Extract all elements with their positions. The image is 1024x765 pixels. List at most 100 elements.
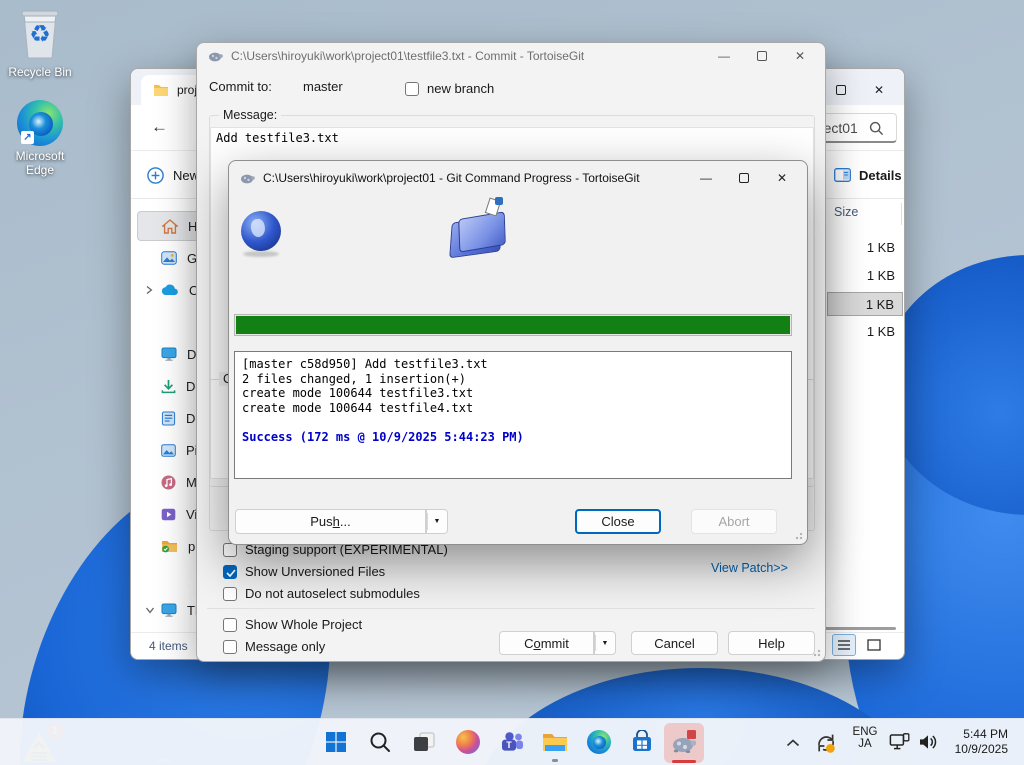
message-only-checkbox[interactable] [223, 640, 237, 654]
details-button[interactable]: Details [834, 162, 902, 188]
dropdown-icon: ▼ [434, 518, 441, 525]
volume-icon[interactable] [918, 733, 940, 751]
start-button[interactable] [322, 728, 350, 756]
new-branch-checkbox[interactable] [405, 82, 419, 96]
maximize-icon [739, 173, 749, 183]
store-button[interactable] [628, 728, 656, 756]
show-unversioned-label: Show Unversioned Files [245, 564, 385, 579]
new-branch-option[interactable]: new branch [405, 81, 494, 96]
commit-button-label: mmit [541, 636, 569, 651]
show-unversioned-checkbox[interactable] [223, 565, 237, 579]
language-indicator[interactable]: ENG JA [848, 726, 882, 750]
shortcut-arrow-icon: ↗ [21, 131, 34, 144]
message-only-option[interactable]: Message only [223, 639, 325, 654]
music-icon [161, 475, 176, 490]
progress-dialog-titlebar[interactable]: C:\Users\hiroyuki\work\project01 - Git C… [229, 161, 807, 195]
no-autoselect-checkbox[interactable] [223, 587, 237, 601]
commit-dropdown-button[interactable]: ▼ [594, 631, 616, 655]
commit-dialog-titlebar[interactable]: C:\Users\hiroyuki\work\project01\testfil… [197, 43, 825, 69]
desktop-icon-recycle-bin[interactable]: ♻ Recycle Bin [2, 8, 78, 79]
file-row[interactable]: 1 KB [827, 264, 903, 288]
copilot-icon [456, 730, 480, 754]
show-whole-project-checkbox[interactable] [223, 618, 237, 632]
current-branch[interactable]: master [303, 79, 343, 94]
help-button[interactable]: Help [728, 631, 815, 655]
file-row-selected[interactable]: 1 KB [827, 292, 903, 316]
explorer-maximize-button[interactable] [822, 78, 860, 102]
icon-view-toggle[interactable] [862, 634, 886, 656]
desktop-icon-edge[interactable]: ↗ Microsoft Edge [2, 100, 78, 177]
message-only-label: Message only [245, 639, 325, 654]
cancel-button[interactable]: Cancel [631, 631, 718, 655]
abort-button[interactable]: Abort [691, 509, 777, 534]
view-patch-link[interactable]: View Patch>> [711, 561, 788, 575]
update-status-icon[interactable] [814, 731, 838, 755]
maximize-icon [836, 85, 846, 95]
minimize-button[interactable]: — [705, 44, 743, 68]
tray-date: 10/9/2025 [955, 742, 1008, 757]
tortoisegit-progress-icon [670, 729, 698, 755]
tray-chevron-up-icon[interactable] [786, 739, 800, 747]
file-explorer-button[interactable] [541, 728, 569, 756]
tortoisegit-taskbar-button[interactable] [670, 728, 698, 756]
command-output[interactable]: [master c58d950] Add testfile3.txt 2 fil… [234, 351, 792, 479]
search-icon [369, 731, 391, 753]
edge-button[interactable] [585, 728, 613, 756]
resize-grip[interactable] [793, 530, 803, 540]
push-button[interactable]: Push... [235, 509, 426, 534]
tortoisegit-icon [207, 48, 223, 64]
minimize-button[interactable]: — [687, 166, 725, 190]
file-row[interactable]: 1 KB [827, 236, 903, 260]
language-primary: ENG [848, 726, 882, 738]
list-view-icon [837, 639, 851, 651]
network-icon[interactable] [889, 733, 911, 752]
windows-logo-icon [324, 730, 348, 754]
copilot-button[interactable] [454, 728, 482, 756]
resize-grip[interactable] [811, 647, 821, 657]
output-line: [master c58d950] Add testfile3.txt [242, 357, 784, 372]
taskbar-clock[interactable]: 5:44 PM 10/9/2025 [955, 727, 1008, 757]
file-row[interactable]: 1 KB [827, 320, 903, 344]
task-view-button[interactable] [410, 728, 438, 756]
commit-to-row: Commit to: master [209, 79, 815, 99]
commit-button-label: C [524, 636, 533, 651]
desktop: ♻ Recycle Bin ↗ Microsoft Edge project01… [0, 0, 1024, 765]
commit-to-label: Commit to: [209, 79, 272, 94]
back-button[interactable]: ← [151, 117, 168, 137]
globe-icon [241, 211, 281, 251]
home-icon [162, 219, 178, 234]
taskbar: T [0, 718, 1024, 765]
commit-button[interactable]: Commit [499, 631, 594, 655]
close-button[interactable]: ✕ [763, 166, 801, 190]
close-button[interactable]: ✕ [781, 44, 819, 68]
teams-button[interactable]: T [498, 728, 526, 756]
window-title: C:\Users\hiroyuki\work\project01\testfil… [231, 49, 584, 63]
tortoisegit-icon [239, 170, 255, 186]
explorer-close-button[interactable]: ✕ [860, 78, 898, 102]
column-separator[interactable] [901, 203, 902, 225]
output-line: create mode 100644 testfile3.txt [242, 386, 784, 401]
maximize-button[interactable] [743, 44, 781, 68]
push-split-button: Push... ▼ [235, 509, 448, 534]
search-button[interactable] [366, 728, 394, 756]
show-whole-project-option[interactable]: Show Whole Project [223, 617, 362, 632]
desktop-icon-label: Microsoft Edge [2, 149, 78, 177]
column-header-size[interactable]: Size [834, 205, 858, 219]
push-dropdown-button[interactable]: ▼ [426, 509, 448, 534]
list-view-toggle[interactable] [832, 634, 856, 656]
desktop-folder-icon [161, 347, 177, 361]
language-secondary: JA [848, 738, 882, 750]
no-autoselect-option[interactable]: Do not autoselect submodules [223, 586, 420, 601]
search-icon [869, 121, 884, 136]
push-button-accesskey: h [333, 514, 340, 529]
file-explorer-icon [542, 731, 568, 753]
push-button-label: ... [340, 514, 351, 529]
close-action-button[interactable]: Close [575, 509, 661, 534]
maximize-button[interactable] [725, 166, 763, 190]
plus-circle-icon [147, 167, 164, 184]
show-unversioned-option[interactable]: Show Unversioned Files [223, 564, 385, 579]
task-view-icon [412, 730, 436, 754]
new-button[interactable]: New [147, 161, 199, 189]
desktop-icon-label: Recycle Bin [2, 65, 78, 79]
no-autoselect-label: Do not autoselect submodules [245, 586, 420, 601]
